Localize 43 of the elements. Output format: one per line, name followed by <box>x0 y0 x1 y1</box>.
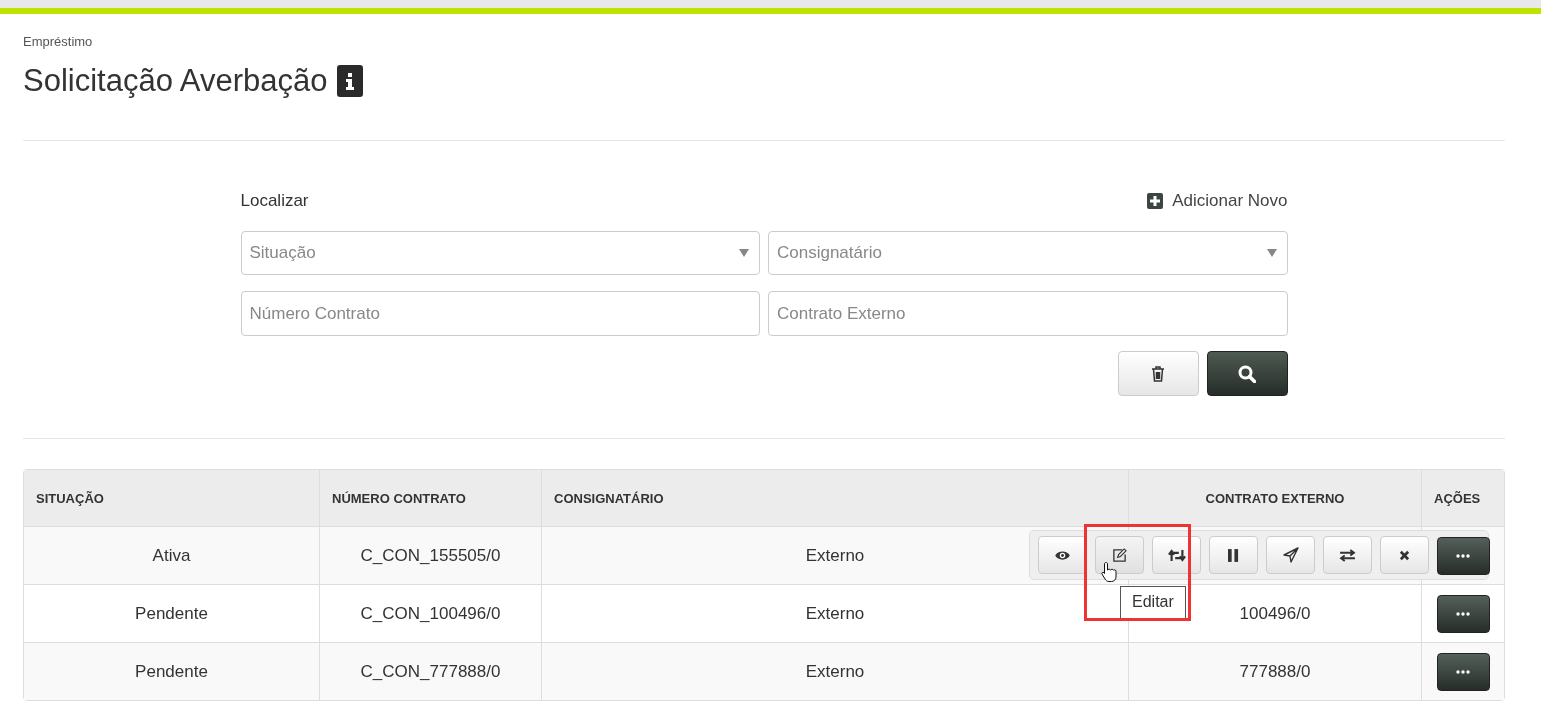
more-actions-button[interactable] <box>1436 536 1490 575</box>
input-field[interactable]: Número Contrato <box>240 291 760 336</box>
edit-icon <box>1112 547 1127 563</box>
paper-plane-icon <box>1282 547 1299 563</box>
transfer-action-button[interactable] <box>1323 536 1372 574</box>
caret-icon <box>1266 249 1277 257</box>
view-action-button[interactable] <box>1038 536 1087 574</box>
pause-action-button[interactable] <box>1209 536 1258 574</box>
eye-icon <box>1054 549 1071 561</box>
more-actions-button[interactable] <box>1436 594 1490 633</box>
table-cell: Externo <box>541 643 1128 700</box>
edit-action-button[interactable] <box>1095 536 1144 574</box>
ellipsis-icon <box>1456 669 1470 674</box>
close-icon <box>1399 549 1410 561</box>
table-cell-text: Ativa <box>151 544 192 567</box>
cancel-action-button[interactable] <box>1380 536 1429 574</box>
search-icon <box>1238 364 1256 383</box>
clear-button[interactable] <box>1117 351 1199 396</box>
trash-icon <box>1151 365 1165 382</box>
table-cell-text: Pendente <box>134 602 209 625</box>
input-field[interactable]: Contrato Externo <box>768 291 1288 336</box>
table-cell-text: Pendente <box>134 660 209 683</box>
plus-icon <box>1147 193 1164 209</box>
swap-arrows-icon <box>1339 548 1356 562</box>
loop-arrows-icon <box>1167 548 1186 562</box>
add-new-link[interactable]: Adicionar Novo <box>1147 191 1288 211</box>
caret-icon <box>739 249 749 257</box>
select-field[interactable]: Situação <box>240 231 760 275</box>
send-action-button[interactable] <box>1266 536 1315 574</box>
renew-action-button[interactable] <box>1152 536 1201 574</box>
column-header: SITUAÇÃO <box>35 489 105 508</box>
table-cell: 777888/0 <box>1128 643 1421 700</box>
pause-icon <box>1228 548 1239 562</box>
ellipsis-icon <box>1456 611 1470 616</box>
search-button[interactable] <box>1206 351 1288 396</box>
page-title: Solicitação Averbação <box>23 63 328 99</box>
info-icon[interactable] <box>337 65 364 97</box>
select-field[interactable]: Consignatário <box>768 231 1288 275</box>
filter-label: Localizar <box>240 191 309 211</box>
more-actions-button[interactable] <box>1436 652 1490 691</box>
breadcrumb: Empréstimo <box>23 34 94 50</box>
table-cell: C_CON_777888/0 <box>319 643 541 700</box>
ellipsis-icon <box>1456 553 1470 558</box>
